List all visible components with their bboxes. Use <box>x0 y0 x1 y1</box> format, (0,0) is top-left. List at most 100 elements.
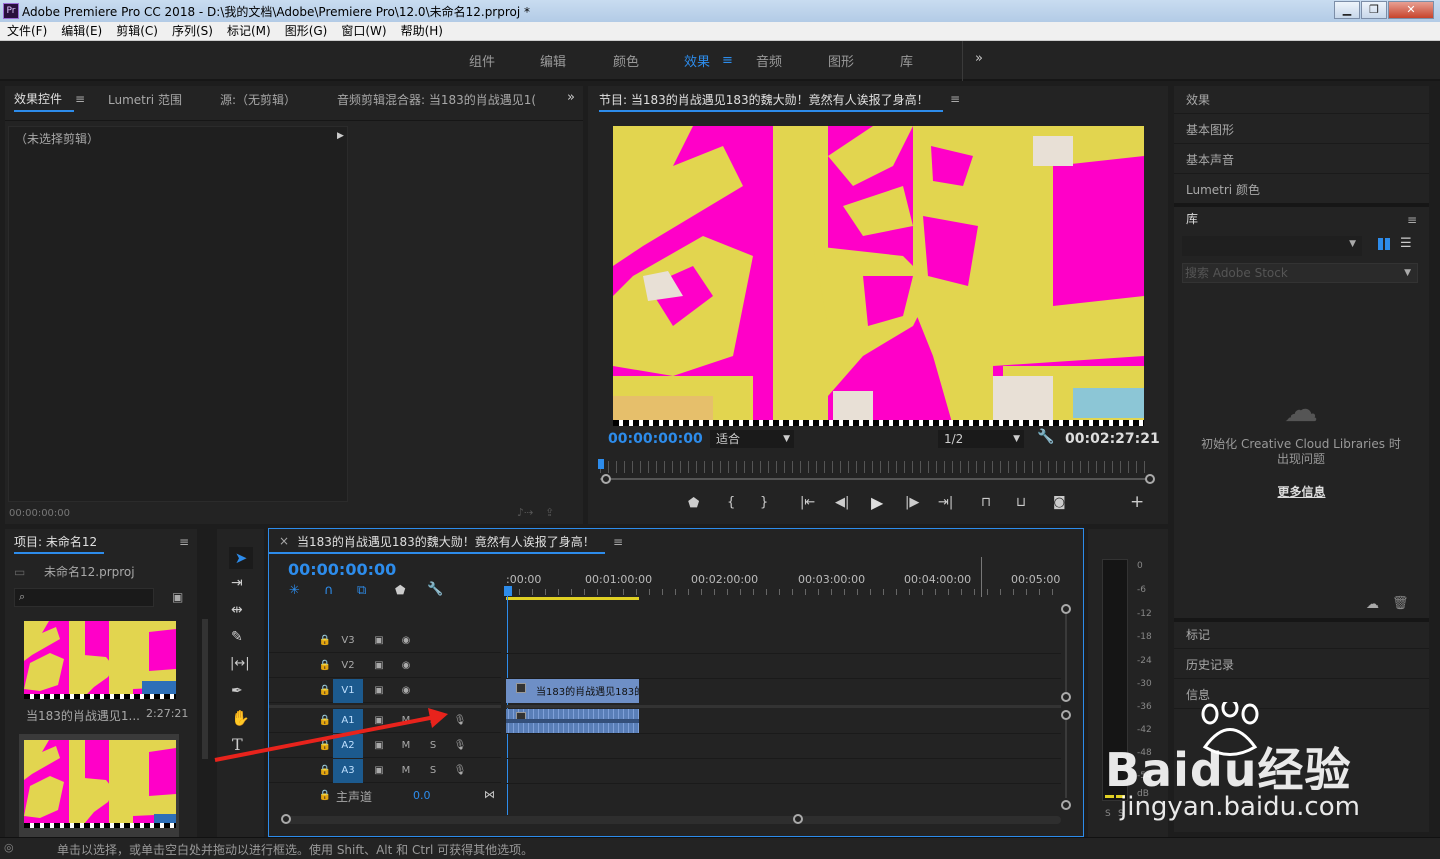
go-to-out-icon[interactable]: ⇥| <box>938 495 953 510</box>
linked-selection-icon[interactable]: ⧉ <box>357 583 366 598</box>
more-info-link[interactable]: 更多信息 <box>1174 483 1429 500</box>
step-forward-icon[interactable]: |▶ <box>905 495 919 510</box>
panel-menu-icon[interactable]: ≡ <box>950 92 960 106</box>
library-select[interactable]: ▼ <box>1182 236 1362 256</box>
camera-icon[interactable]: ◙ <box>1053 495 1066 510</box>
program-video-frame[interactable] <box>613 126 1144 426</box>
workspace-audio[interactable]: 音频 <box>756 51 782 70</box>
panel-menu-icon[interactable]: ≡ <box>179 535 189 549</box>
panel-item-essential-sound[interactable]: 基本声音 <box>1186 151 1234 168</box>
nest-icon[interactable]: ✳ <box>289 583 300 598</box>
menu-edit[interactable]: 编辑(E) <box>54 22 109 41</box>
mark-out-icon[interactable]: } <box>760 495 768 510</box>
workspace-menu-icon[interactable]: ≡ <box>722 53 733 68</box>
scroll-handle[interactable] <box>1061 692 1071 702</box>
zoom-handle-left[interactable] <box>601 474 611 484</box>
pen-tool-icon[interactable]: ✒ <box>231 683 243 699</box>
sync-lock-icon[interactable]: ▣ <box>369 657 389 675</box>
panel-menu-icon[interactable]: ≡ <box>1407 213 1417 227</box>
timeline-close-button[interactable]: × <box>279 534 289 548</box>
zoom-handle-left[interactable] <box>281 814 291 824</box>
expand-arrow-icon[interactable]: ▶ <box>337 131 344 141</box>
menu-file[interactable]: 文件(F) <box>0 22 54 41</box>
lift-icon[interactable]: ⊓ <box>981 495 991 510</box>
sync-lock-icon[interactable]: ▣ <box>369 682 389 700</box>
track-label-v2[interactable]: V2 <box>338 657 358 675</box>
resolution-dropdown[interactable]: 1/2 ▼ <box>938 430 1024 448</box>
step-back-icon[interactable]: ◀| <box>835 495 849 510</box>
master-volume[interactable]: 0.0 <box>413 789 431 802</box>
time-ruler[interactable] <box>600 461 1152 473</box>
list-view-icon[interactable]: ☰ <box>1400 236 1412 251</box>
panel-item-essential-graphics[interactable]: 基本图形 <box>1186 121 1234 138</box>
cloud-sync-icon[interactable]: ☁ <box>1366 597 1379 612</box>
adobe-stock-search[interactable]: 搜索 Adobe Stock ▼ <box>1182 263 1418 283</box>
playhead[interactable] <box>598 459 604 469</box>
go-to-end-icon[interactable]: ⋈ <box>484 788 495 801</box>
tab-audio-clip-mixer[interactable]: 音频剪辑混合器: 当183的肖战遇见1( <box>337 91 543 108</box>
tab-lumetri-scopes[interactable]: Lumetri 范围 <box>108 91 182 108</box>
go-to-in-icon[interactable]: |⇤ <box>800 495 815 510</box>
track-select-tool-icon[interactable]: ⇥ <box>231 575 243 591</box>
panel-menu-icon[interactable]: ≡ <box>75 92 85 106</box>
slip-tool-icon[interactable]: |↔| <box>230 656 250 671</box>
menu-sequence[interactable]: 序列(S) <box>165 22 220 41</box>
sync-lock-icon[interactable]: ▣ <box>369 632 389 650</box>
panel-item-effects[interactable]: 效果 <box>1186 91 1210 108</box>
tab-source[interactable]: 源:（无剪辑） <box>220 91 296 108</box>
wrench-icon[interactable]: 🔧 <box>1037 429 1054 445</box>
play-button[interactable]: ▶ <box>871 493 883 512</box>
scrollbar[interactable] <box>202 619 208 759</box>
timeline-timecode[interactable]: 00:00:00:00 <box>288 560 396 579</box>
lock-icon[interactable]: 🔒 <box>315 657 335 675</box>
video-scrollbar[interactable] <box>1065 614 1067 692</box>
zoom-handle-right[interactable] <box>793 814 803 824</box>
menu-window[interactable]: 窗口(W) <box>334 22 393 41</box>
lock-icon[interactable]: 🔒 <box>315 632 335 650</box>
workspace-overflow-button[interactable]: » <box>975 51 983 66</box>
close-button[interactable]: ✕ <box>1388 1 1434 19</box>
scroll-handle[interactable] <box>1061 710 1071 720</box>
panel-item-info[interactable]: 信息 <box>1186 686 1210 703</box>
workspace-assembly[interactable]: 组件 <box>469 51 495 70</box>
track-label-v1[interactable]: V1 <box>333 679 363 703</box>
zoom-bar[interactable] <box>600 478 1152 480</box>
panel-item-lumetri-color[interactable]: Lumetri 颜色 <box>1186 181 1260 198</box>
audio-clip[interactable] <box>506 709 639 733</box>
scroll-handle[interactable] <box>1061 604 1071 614</box>
video-clip[interactable]: 当183的肖战遇见183的魏大勋！竟然有人诶报了 <box>506 679 639 703</box>
workspace-effects[interactable]: 效果 <box>684 51 710 70</box>
menu-graphics[interactable]: 图形(G) <box>278 22 335 41</box>
timeline-playhead[interactable] <box>504 586 512 596</box>
program-timecode[interactable]: 00:00:00:00 <box>608 431 703 447</box>
export-audio-icon[interactable]: ♪⇢ <box>517 506 533 519</box>
workspace-editing[interactable]: 编辑 <box>540 51 566 70</box>
scroll-handle[interactable] <box>1061 800 1071 810</box>
add-button-icon[interactable]: + <box>1130 492 1144 512</box>
extract-icon[interactable]: ⊔ <box>1016 495 1026 510</box>
eye-icon[interactable]: ◉ <box>396 657 416 675</box>
menu-help[interactable]: 帮助(H) <box>394 22 450 41</box>
audio-scrollbar[interactable] <box>1065 720 1067 798</box>
zoom-handle-right[interactable] <box>1145 474 1155 484</box>
timeline-zoom-bar[interactable] <box>283 816 1061 824</box>
track-label-v3[interactable]: V3 <box>338 632 358 650</box>
lock-icon[interactable]: 🔒 <box>315 787 335 805</box>
work-area-bar[interactable] <box>506 597 639 600</box>
eye-icon[interactable]: ◉ <box>396 632 416 650</box>
timeline-ruler[interactable]: :00:00 00:01:00:00 00:02:00:00 00:03:00:… <box>506 569 1061 599</box>
workspace-color[interactable]: 颜色 <box>613 51 639 70</box>
new-bin-icon[interactable]: ▣ <box>172 590 183 604</box>
grid-view-icon[interactable] <box>1378 238 1390 250</box>
razor-tool-icon[interactable]: ✎ <box>231 629 243 645</box>
project-search-input[interactable]: ⌕ <box>14 588 154 607</box>
sequence-tab[interactable]: 当183的肖战遇见183的魏大勋！竟然有人诶报了身高！ <box>297 533 595 550</box>
ripple-edit-tool-icon[interactable]: ⇹ <box>231 602 243 618</box>
wrench-icon[interactable]: 🔧 <box>427 582 443 597</box>
export-icon[interactable]: ⇪ <box>545 506 554 519</box>
panel-menu-icon[interactable]: ≡ <box>613 535 623 549</box>
minimize-button[interactable]: ▁ <box>1334 1 1360 19</box>
tab-effect-controls[interactable]: 效果控件 <box>14 90 62 107</box>
panel-item-history[interactable]: 历史记录 <box>1186 656 1234 673</box>
workspace-libraries[interactable]: 库 <box>900 51 913 70</box>
